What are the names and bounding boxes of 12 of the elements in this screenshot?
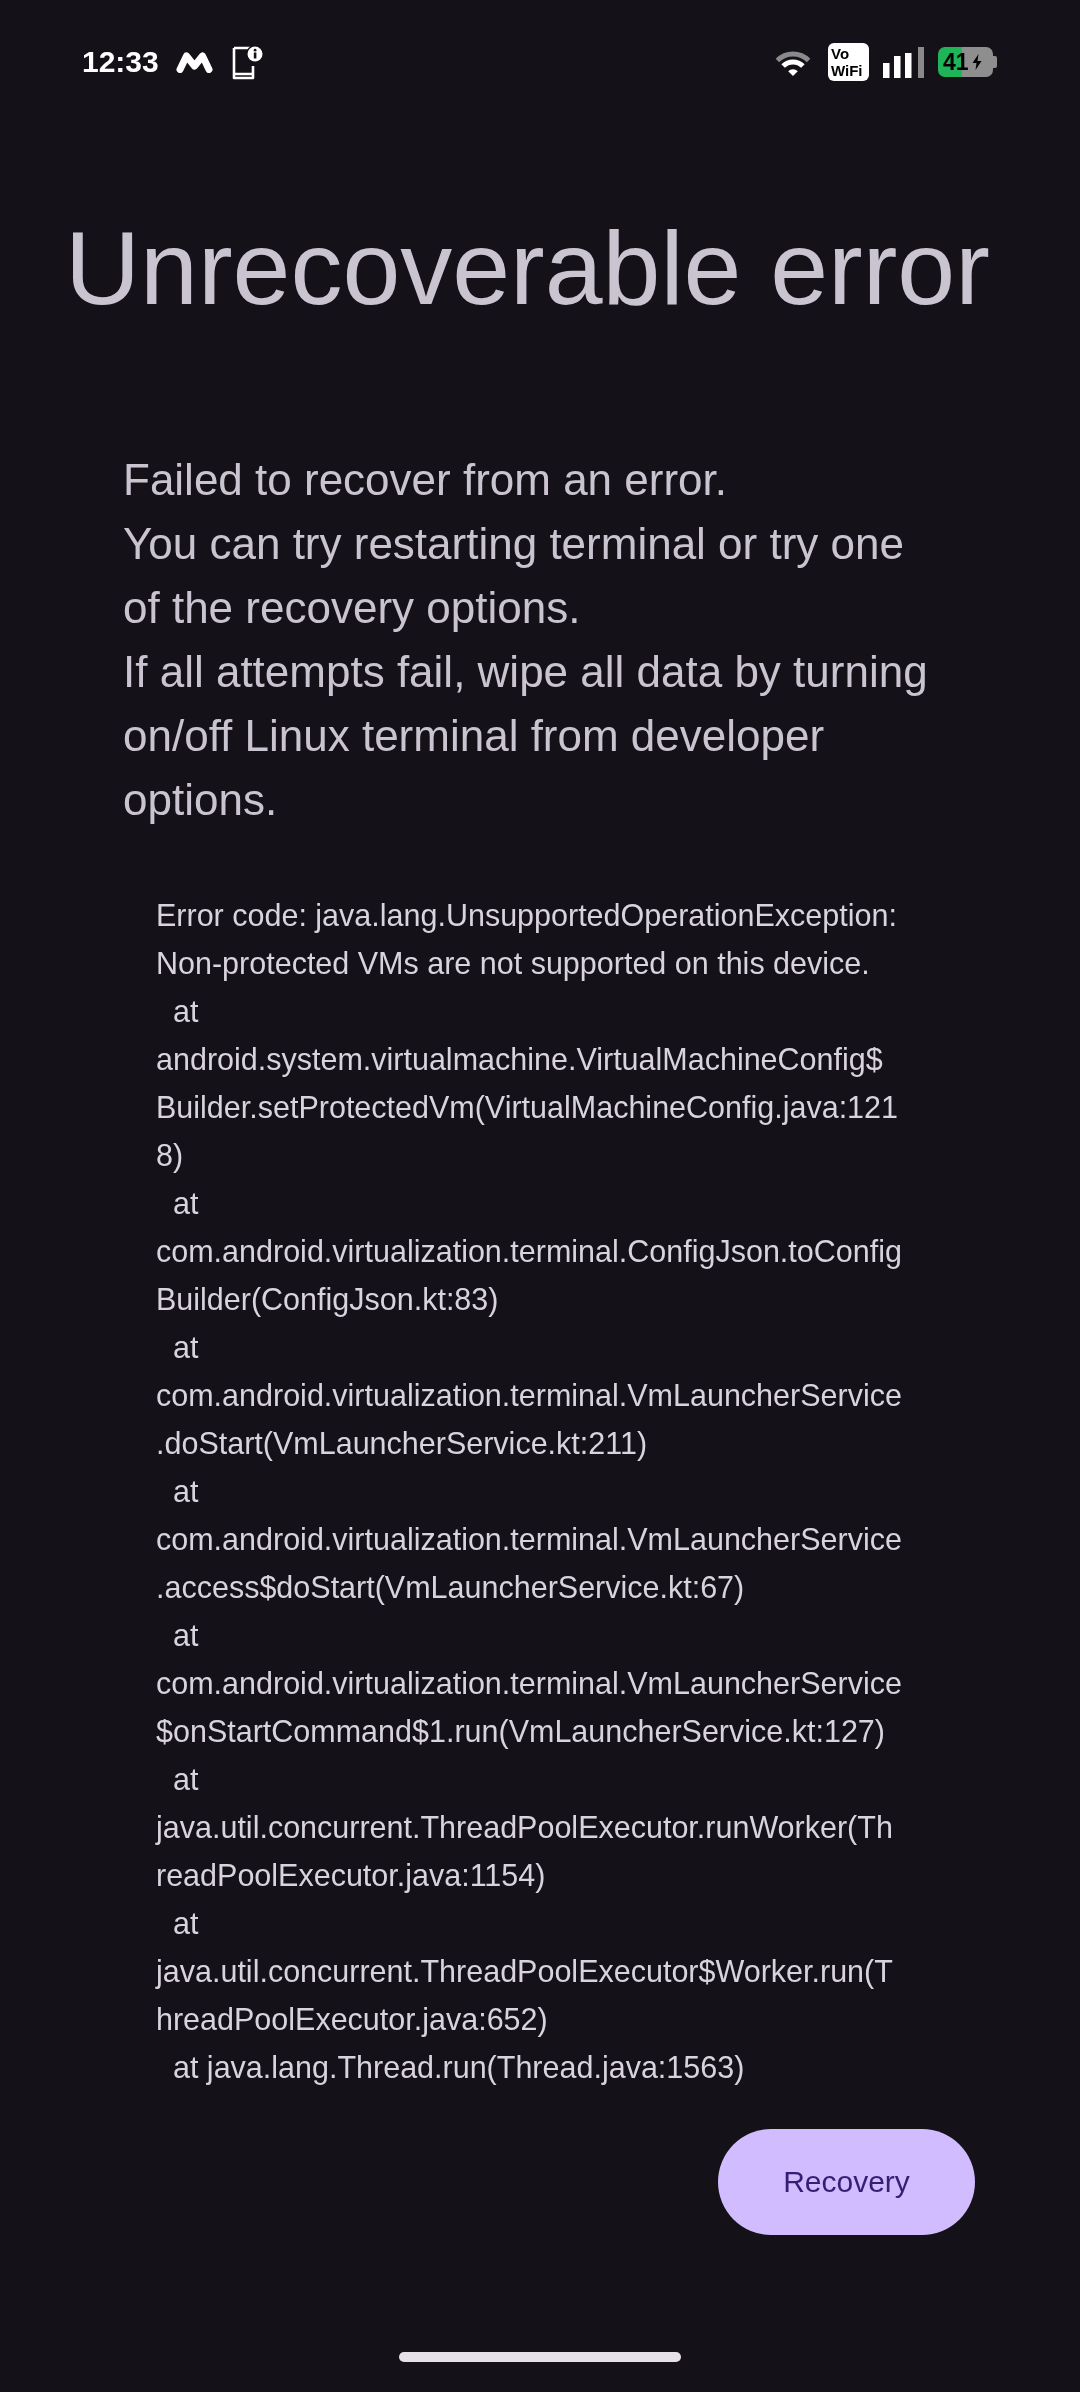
vowifi-indicator: Vo WiFi <box>828 43 869 81</box>
phone-info-icon <box>230 44 264 80</box>
error-title: Unrecoverable error <box>65 209 990 328</box>
wifi-icon <box>773 48 813 76</box>
error-details: Error code: java.lang.UnsupportedOperationException: Non-protected VMs are not supported on this device. at android.system.virtualmachine.VirtualMachineConfig$Builder.setProtectedVm(VirtualMachineConfig.java:1218) at com.android.virtualization.terminal.ConfigJson.toConfigBuilder(ConfigJson.kt:83) at com.android.virtualization.terminal.VmLauncherService.doStart(VmLauncherService.kt:211) at com.android.virtualization.terminal.VmLauncherService.access$doStart(VmLauncherService.kt:67) at com.android.virtualization.terminal.VmLauncherService$onStartCommand$1.run(VmLauncherService.kt:127) at java.util.concurrent.ThreadPoolExecutor.runWorker(ThreadPoolExecutor.java:1154) at java.util.concurrent.ThreadPoolExecutor$Worker.run(ThreadPoolExecutor.java:652) at java.lang.Thread.run(Thread.java:1563) <box>156 897 903 2087</box>
error-message: Failed to recover from an error. You can try restarting terminal or try one of the recovery options. If all attempts fail, wipe all data by turning on/off Linux terminal from developer options. <box>123 454 929 826</box>
notification-logo-icon <box>175 51 213 73</box>
signal-bars-icon <box>883 46 924 78</box>
charging-bolt-icon <box>971 54 982 70</box>
home-indicator[interactable] <box>399 2352 681 2362</box>
status-time: 12:33 <box>82 44 159 80</box>
recovery-button[interactable]: Recovery <box>718 2129 975 2235</box>
